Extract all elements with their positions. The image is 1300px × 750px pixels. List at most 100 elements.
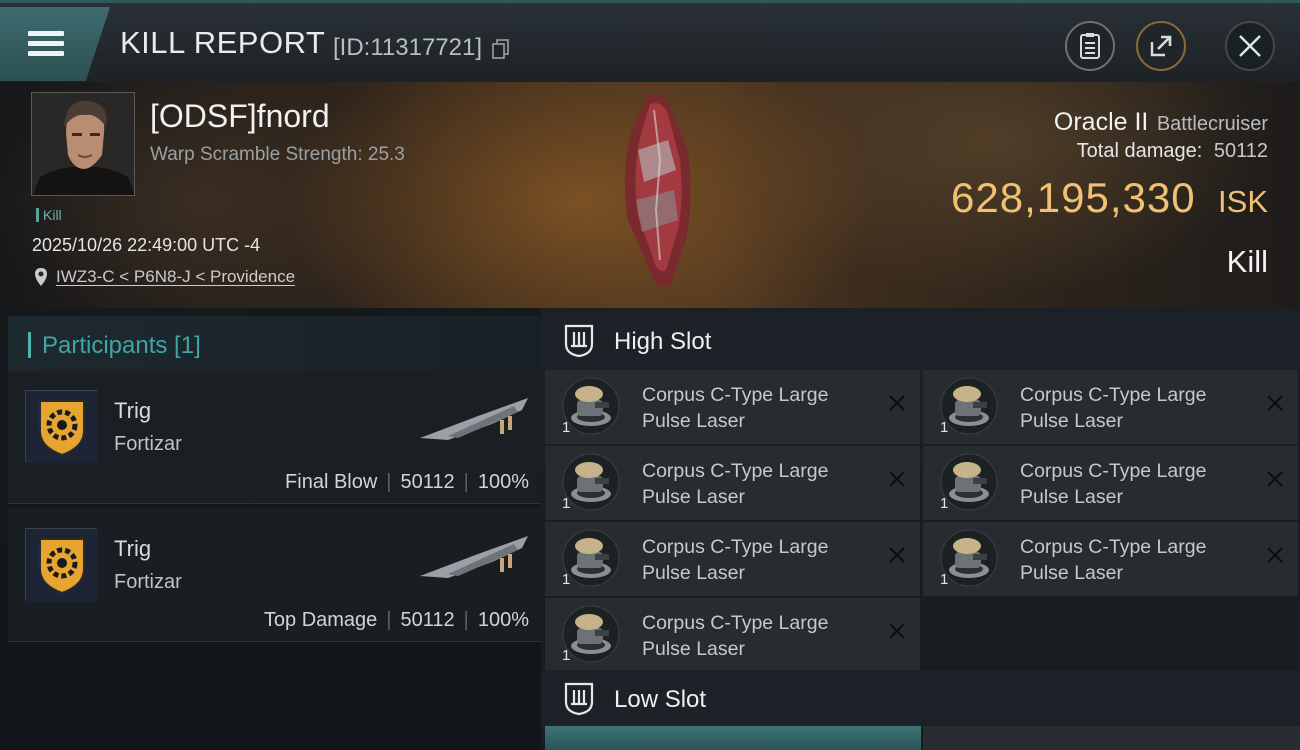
page-title: KILL REPORT [120, 25, 326, 60]
module-name-line2: Pulse Laser [642, 562, 745, 584]
kill-badge: Kill [36, 207, 62, 223]
destroyed-x-icon [889, 547, 905, 563]
participants-title: Participants [1] [42, 332, 201, 359]
victim-banner: [ODSF]fnord Warp Scramble Strength: 25.3… [0, 82, 1300, 308]
warp-scramble-strength: Warp Scramble Strength: 25.3 [150, 144, 405, 165]
high-slot-header: High Slot [541, 312, 1300, 370]
low-slot-module-peek[interactable] [923, 726, 1300, 750]
result-label: Kill [1226, 244, 1268, 279]
module-tile[interactable]: 1 Corpus C-Type Large Pulse Laser [545, 370, 920, 444]
title-bar: KILL REPORT [ID:11317721] [0, 0, 1300, 82]
module-quantity: 1 [562, 419, 571, 436]
participants-header[interactable]: Participants [1] [8, 316, 541, 374]
module-name: Corpus C-Type Large Pulse Laser [642, 458, 872, 510]
destroyed-x-icon [889, 623, 905, 639]
module-name: Corpus C-Type Large Pulse Laser [642, 534, 872, 586]
participant-ship: Fortizar [114, 433, 182, 455]
victim-portrait[interactable] [31, 92, 135, 196]
participant-card[interactable]: Trig Fortizar Final Blow | 50112 | 100% [8, 370, 541, 504]
ship-name: Oracle II [1053, 108, 1149, 136]
module-name-line1: Corpus C-Type Large [642, 536, 829, 558]
module-quantity: 1 [940, 495, 949, 512]
victim-name[interactable]: [ODSF]fnord [150, 98, 330, 135]
module-quantity: 1 [562, 647, 571, 664]
total-damage: Total damage: 50112 [1077, 140, 1268, 163]
share-icon [1150, 35, 1172, 57]
kill-timestamp: 2025/10/26 22:49:00 UTC -4 [32, 235, 261, 255]
participant-percent: 100% [477, 609, 529, 631]
total-damage-value: 50112 [1213, 140, 1268, 162]
module-tile[interactable]: 1 Corpus C-Type Large Pulse Laser [923, 522, 1298, 596]
destroyed-x-icon [889, 395, 905, 411]
close-button[interactable] [1225, 21, 1275, 71]
module-name-line1: Corpus C-Type Large [1020, 536, 1207, 558]
module-name-line2: Pulse Laser [1020, 486, 1123, 508]
participant-ship-image [420, 536, 528, 578]
high-slot-icon [564, 324, 594, 358]
pilot-portrait-image [32, 93, 134, 195]
participant-stats: Final Blow | 50112 | 100% [285, 471, 529, 493]
module-tile[interactable]: 1 Corpus C-Type Large Pulse Laser [545, 598, 920, 672]
location-link[interactable]: IWZ3-C < P6N8-J < Providence [56, 267, 295, 286]
destroyed-x-icon [1267, 395, 1283, 411]
module-name-line1: Corpus C-Type Large [642, 612, 829, 634]
module-name-line1: Corpus C-Type Large [642, 384, 829, 406]
module-name: Corpus C-Type Large Pulse Laser [1020, 534, 1250, 586]
module-name-line1: Corpus C-Type Large [1020, 460, 1207, 482]
clipboard-button[interactable] [1065, 21, 1115, 71]
module-name: Corpus C-Type Large Pulse Laser [642, 382, 872, 434]
module-tile[interactable]: 1 Corpus C-Type Large Pulse Laser [545, 522, 920, 596]
low-slot-label: Low Slot [614, 686, 707, 713]
ship-class: Battlecruiser [1156, 113, 1268, 135]
module-quantity: 1 [940, 571, 949, 588]
destroyed-x-icon [889, 471, 905, 487]
participant-stats: Top Damage | 50112 | 100% [263, 609, 529, 631]
corp-logo-icon [25, 528, 98, 601]
participant-role: Final Blow [285, 471, 378, 493]
kill-location[interactable]: IWZ3-C < P6N8-J < Providence [34, 267, 295, 287]
isk-unit: ISK [1218, 184, 1268, 219]
participant-name: Trig [114, 398, 152, 423]
module-quantity: 1 [562, 571, 571, 588]
isk-value: 628,195,330 ISK [951, 174, 1268, 222]
module-name-line1: Corpus C-Type Large [1020, 384, 1207, 406]
location-pin-icon [35, 268, 47, 286]
participant-role: Top Damage [263, 609, 378, 631]
destroyed-x-icon [1267, 471, 1283, 487]
module-name: Corpus C-Type Large Pulse Laser [642, 610, 872, 662]
module-name-line2: Pulse Laser [642, 410, 745, 432]
isk-amount: 628,195,330 [951, 174, 1196, 221]
victim-ship[interactable]: Oracle II Battlecruiser [1054, 108, 1268, 137]
total-damage-label: Total damage: [1076, 140, 1203, 162]
close-icon [1239, 35, 1261, 57]
participant-name: Trig [114, 536, 152, 561]
module-quantity: 1 [562, 495, 571, 512]
module-name-line1: Corpus C-Type Large [642, 460, 829, 482]
copy-icon[interactable] [492, 39, 510, 59]
module-quantity: 1 [940, 419, 949, 436]
module-name-line2: Pulse Laser [1020, 410, 1123, 432]
menu-button[interactable] [0, 7, 110, 81]
corp-logo-icon [25, 390, 98, 463]
low-slot-icon [564, 682, 594, 716]
participant-ship-image [420, 398, 528, 440]
low-slot-header: Low Slot [541, 670, 1300, 728]
victim-ship-image[interactable] [608, 90, 708, 290]
participants-panel: Participants [1] Trig Fortizar Final Blo… [0, 308, 541, 750]
module-name: Corpus C-Type Large Pulse Laser [1020, 458, 1250, 510]
share-button[interactable] [1136, 21, 1186, 71]
high-slot-label: High Slot [614, 328, 712, 355]
module-tile[interactable]: 1 Corpus C-Type Large Pulse Laser [923, 446, 1298, 520]
module-name-line2: Pulse Laser [642, 638, 745, 660]
participant-card[interactable]: Trig Fortizar Top Damage | 50112 | 100% [8, 508, 541, 642]
low-slot-module-peek[interactable] [545, 726, 921, 750]
clipboard-icon [1080, 33, 1100, 59]
module-tile[interactable]: 1 Corpus C-Type Large Pulse Laser [545, 446, 920, 520]
participant-damage: 50112 [400, 471, 455, 493]
destroyed-x-icon [1267, 547, 1283, 563]
participant-ship: Fortizar [114, 571, 182, 593]
hamburger-icon [28, 31, 64, 57]
module-tile[interactable]: 1 Corpus C-Type Large Pulse Laser [923, 370, 1298, 444]
participant-percent: 100% [477, 471, 529, 493]
report-id: [ID:11317721] [333, 34, 483, 61]
